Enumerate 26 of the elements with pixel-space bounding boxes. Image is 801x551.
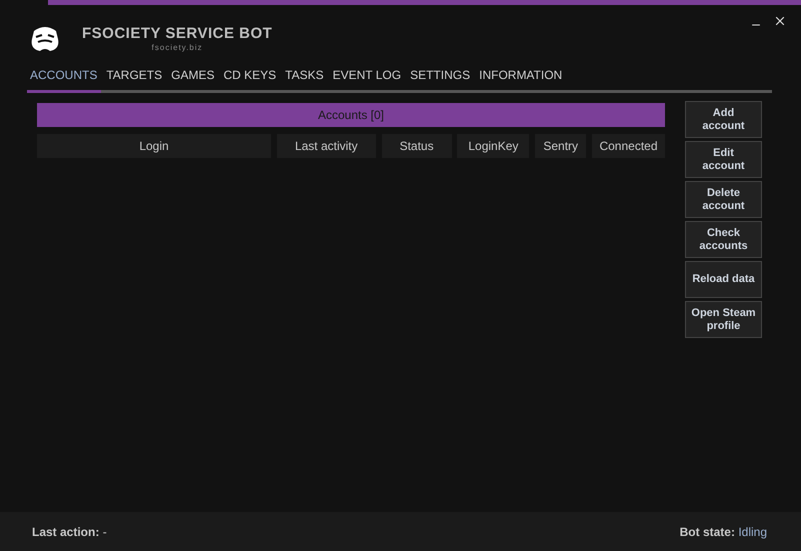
tab[interactable]: GAMES <box>171 66 214 84</box>
column-header[interactable]: Login <box>37 134 271 158</box>
action-button[interactable]: Open Steam profile <box>685 301 762 338</box>
column-header[interactable]: Last activity <box>276 134 376 158</box>
action-button[interactable]: Edit account <box>685 141 762 178</box>
app-title: FSOCIETY SERVICE BOT <box>82 25 272 43</box>
tab[interactable]: EVENT LOG <box>332 66 402 84</box>
tab[interactable]: SETTINGS <box>410 66 470 84</box>
column-header[interactable]: Connected <box>592 134 665 158</box>
action-button[interactable]: Delete account <box>685 181 762 218</box>
tab[interactable]: TARGETS <box>106 66 162 84</box>
action-button[interactable]: Add account <box>685 101 762 138</box>
tab[interactable]: CD KEYS <box>223 66 276 84</box>
bot-state-text: Bot state: Idling <box>680 524 767 540</box>
tab[interactable]: INFORMATION <box>479 66 562 84</box>
tab[interactable]: ACCOUNTS <box>30 66 98 84</box>
column-header[interactable]: LoginKey <box>457 134 530 158</box>
column-header[interactable]: Status <box>382 134 452 158</box>
table-title-bar: Accounts [0] <box>37 103 665 127</box>
app-subtitle: fsociety.biz <box>152 43 203 52</box>
last-action-text: Last action: - <box>32 524 107 540</box>
column-header[interactable]: Sentry <box>535 134 586 158</box>
action-button[interactable]: Reload data <box>685 261 762 298</box>
tab[interactable]: TASKS <box>285 66 324 84</box>
action-button[interactable]: Check accounts <box>685 221 762 258</box>
close-icon[interactable] <box>773 14 787 28</box>
